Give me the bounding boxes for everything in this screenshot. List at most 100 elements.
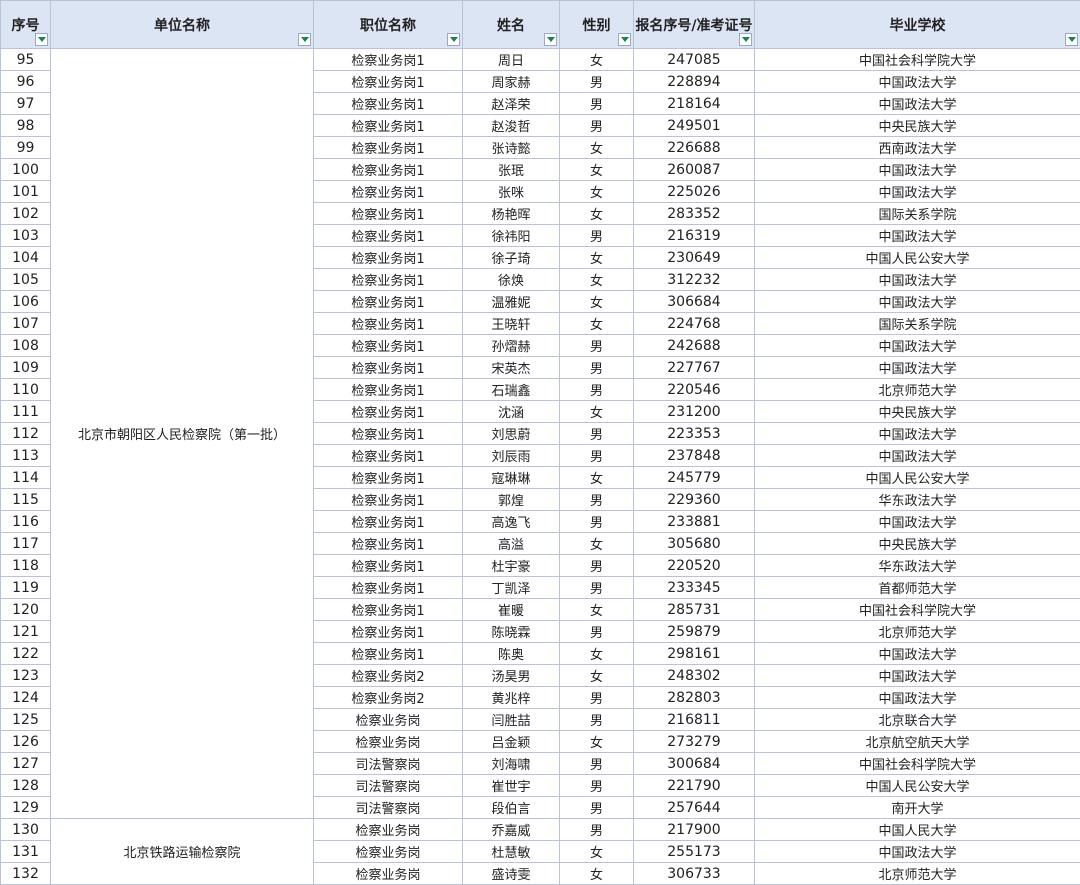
person-name-cell[interactable]: 刘海啸 [462, 752, 560, 775]
row-number-cell[interactable]: 123 [0, 664, 51, 687]
registration-id-cell[interactable]: 228894 [633, 70, 755, 93]
post-cell[interactable]: 检察业务岗2 [313, 664, 463, 687]
gender-cell[interactable]: 女 [559, 290, 634, 313]
person-name-cell[interactable]: 黄兆梓 [462, 686, 560, 709]
person-name-cell[interactable]: 陈奥 [462, 642, 560, 665]
gender-cell[interactable]: 男 [559, 818, 634, 841]
gender-cell[interactable]: 男 [559, 774, 634, 797]
post-cell[interactable]: 检察业务岗 [313, 840, 463, 863]
person-name-cell[interactable]: 盛诗雯 [462, 862, 560, 885]
post-cell[interactable]: 检察业务岗1 [313, 642, 463, 665]
person-name-cell[interactable]: 周家赫 [462, 70, 560, 93]
school-cell[interactable]: 国际关系学院 [754, 312, 1080, 335]
gender-cell[interactable]: 女 [559, 136, 634, 159]
row-number-cell[interactable]: 114 [0, 466, 51, 489]
filter-dropdown-icon[interactable] [544, 33, 557, 46]
post-cell[interactable]: 检察业务岗1 [313, 334, 463, 357]
gender-cell[interactable]: 女 [559, 840, 634, 863]
gender-cell[interactable]: 女 [559, 532, 634, 555]
row-number-cell[interactable]: 96 [0, 70, 51, 93]
row-number-cell[interactable]: 102 [0, 202, 51, 225]
post-cell[interactable]: 检察业务岗1 [313, 70, 463, 93]
school-cell[interactable]: 中国政法大学 [754, 224, 1080, 247]
school-cell[interactable]: 中国社会科学院大学 [754, 752, 1080, 775]
gender-cell[interactable]: 男 [559, 488, 634, 511]
school-cell[interactable]: 华东政法大学 [754, 488, 1080, 511]
person-name-cell[interactable]: 徐焕 [462, 268, 560, 291]
registration-id-cell[interactable]: 245779 [633, 466, 755, 489]
row-number-cell[interactable]: 128 [0, 774, 51, 797]
post-cell[interactable]: 检察业务岗1 [313, 510, 463, 533]
person-name-cell[interactable]: 张诗懿 [462, 136, 560, 159]
registration-id-cell[interactable]: 242688 [633, 334, 755, 357]
person-name-cell[interactable]: 赵泽荣 [462, 92, 560, 115]
post-cell[interactable]: 检察业务岗1 [313, 466, 463, 489]
registration-id-cell[interactable]: 229360 [633, 488, 755, 511]
row-number-cell[interactable]: 116 [0, 510, 51, 533]
gender-cell[interactable]: 男 [559, 92, 634, 115]
person-name-cell[interactable]: 孙熠赫 [462, 334, 560, 357]
registration-id-cell[interactable]: 259879 [633, 620, 755, 643]
post-cell[interactable]: 检察业务岗1 [313, 576, 463, 599]
person-name-cell[interactable]: 段伯言 [462, 796, 560, 819]
post-cell[interactable]: 检察业务岗1 [313, 268, 463, 291]
gender-cell[interactable]: 女 [559, 466, 634, 489]
registration-id-cell[interactable]: 217900 [633, 818, 755, 841]
row-number-cell[interactable]: 127 [0, 752, 51, 775]
school-cell[interactable]: 中国政法大学 [754, 686, 1080, 709]
row-number-cell[interactable]: 119 [0, 576, 51, 599]
person-name-cell[interactable]: 宋英杰 [462, 356, 560, 379]
gender-cell[interactable]: 女 [559, 202, 634, 225]
post-cell[interactable]: 检察业务岗1 [313, 554, 463, 577]
gender-cell[interactable]: 男 [559, 444, 634, 467]
registration-id-cell[interactable]: 305680 [633, 532, 755, 555]
registration-id-cell[interactable]: 223353 [633, 422, 755, 445]
row-number-cell[interactable]: 121 [0, 620, 51, 643]
registration-id-cell[interactable]: 248302 [633, 664, 755, 687]
post-cell[interactable]: 检察业务岗1 [313, 114, 463, 137]
post-cell[interactable]: 检察业务岗1 [313, 620, 463, 643]
post-cell[interactable]: 检察业务岗1 [313, 246, 463, 269]
filter-dropdown-icon[interactable] [618, 33, 631, 46]
post-cell[interactable]: 司法警察岗 [313, 796, 463, 819]
person-name-cell[interactable]: 高逸飞 [462, 510, 560, 533]
post-cell[interactable]: 检察业务岗 [313, 862, 463, 885]
gender-cell[interactable]: 男 [559, 70, 634, 93]
school-cell[interactable]: 中国人民大学 [754, 818, 1080, 841]
school-cell[interactable]: 中国政法大学 [754, 180, 1080, 203]
row-number-cell[interactable]: 125 [0, 708, 51, 731]
row-number-cell[interactable]: 103 [0, 224, 51, 247]
school-cell[interactable]: 中国政法大学 [754, 92, 1080, 115]
gender-cell[interactable]: 男 [559, 378, 634, 401]
post-cell[interactable]: 检察业务岗1 [313, 356, 463, 379]
school-cell[interactable]: 首都师范大学 [754, 576, 1080, 599]
post-cell[interactable]: 检察业务岗 [313, 730, 463, 753]
person-name-cell[interactable]: 杨艳晖 [462, 202, 560, 225]
gender-cell[interactable]: 男 [559, 554, 634, 577]
registration-id-cell[interactable]: 247085 [633, 48, 755, 71]
post-cell[interactable]: 检察业务岗 [313, 708, 463, 731]
registration-id-cell[interactable]: 255173 [633, 840, 755, 863]
unit-name-cell[interactable]: 北京市朝阳区人民检察院（第一批） [50, 48, 314, 819]
school-cell[interactable]: 中国政法大学 [754, 290, 1080, 313]
school-cell[interactable]: 中央民族大学 [754, 400, 1080, 423]
post-cell[interactable]: 检察业务岗1 [313, 400, 463, 423]
school-cell[interactable]: 中国政法大学 [754, 422, 1080, 445]
gender-cell[interactable]: 男 [559, 708, 634, 731]
row-number-cell[interactable]: 117 [0, 532, 51, 555]
gender-cell[interactable]: 女 [559, 400, 634, 423]
person-name-cell[interactable]: 郭煌 [462, 488, 560, 511]
row-number-cell[interactable]: 104 [0, 246, 51, 269]
row-number-cell[interactable]: 115 [0, 488, 51, 511]
school-cell[interactable]: 中国政法大学 [754, 510, 1080, 533]
gender-cell[interactable]: 男 [559, 686, 634, 709]
row-number-cell[interactable]: 99 [0, 136, 51, 159]
registration-id-cell[interactable]: 221790 [633, 774, 755, 797]
row-number-cell[interactable]: 122 [0, 642, 51, 665]
school-cell[interactable]: 中国社会科学院大学 [754, 598, 1080, 621]
post-cell[interactable]: 检察业务岗1 [313, 92, 463, 115]
gender-cell[interactable]: 女 [559, 664, 634, 687]
registration-id-cell[interactable]: 216811 [633, 708, 755, 731]
row-number-cell[interactable]: 109 [0, 356, 51, 379]
gender-cell[interactable]: 男 [559, 620, 634, 643]
